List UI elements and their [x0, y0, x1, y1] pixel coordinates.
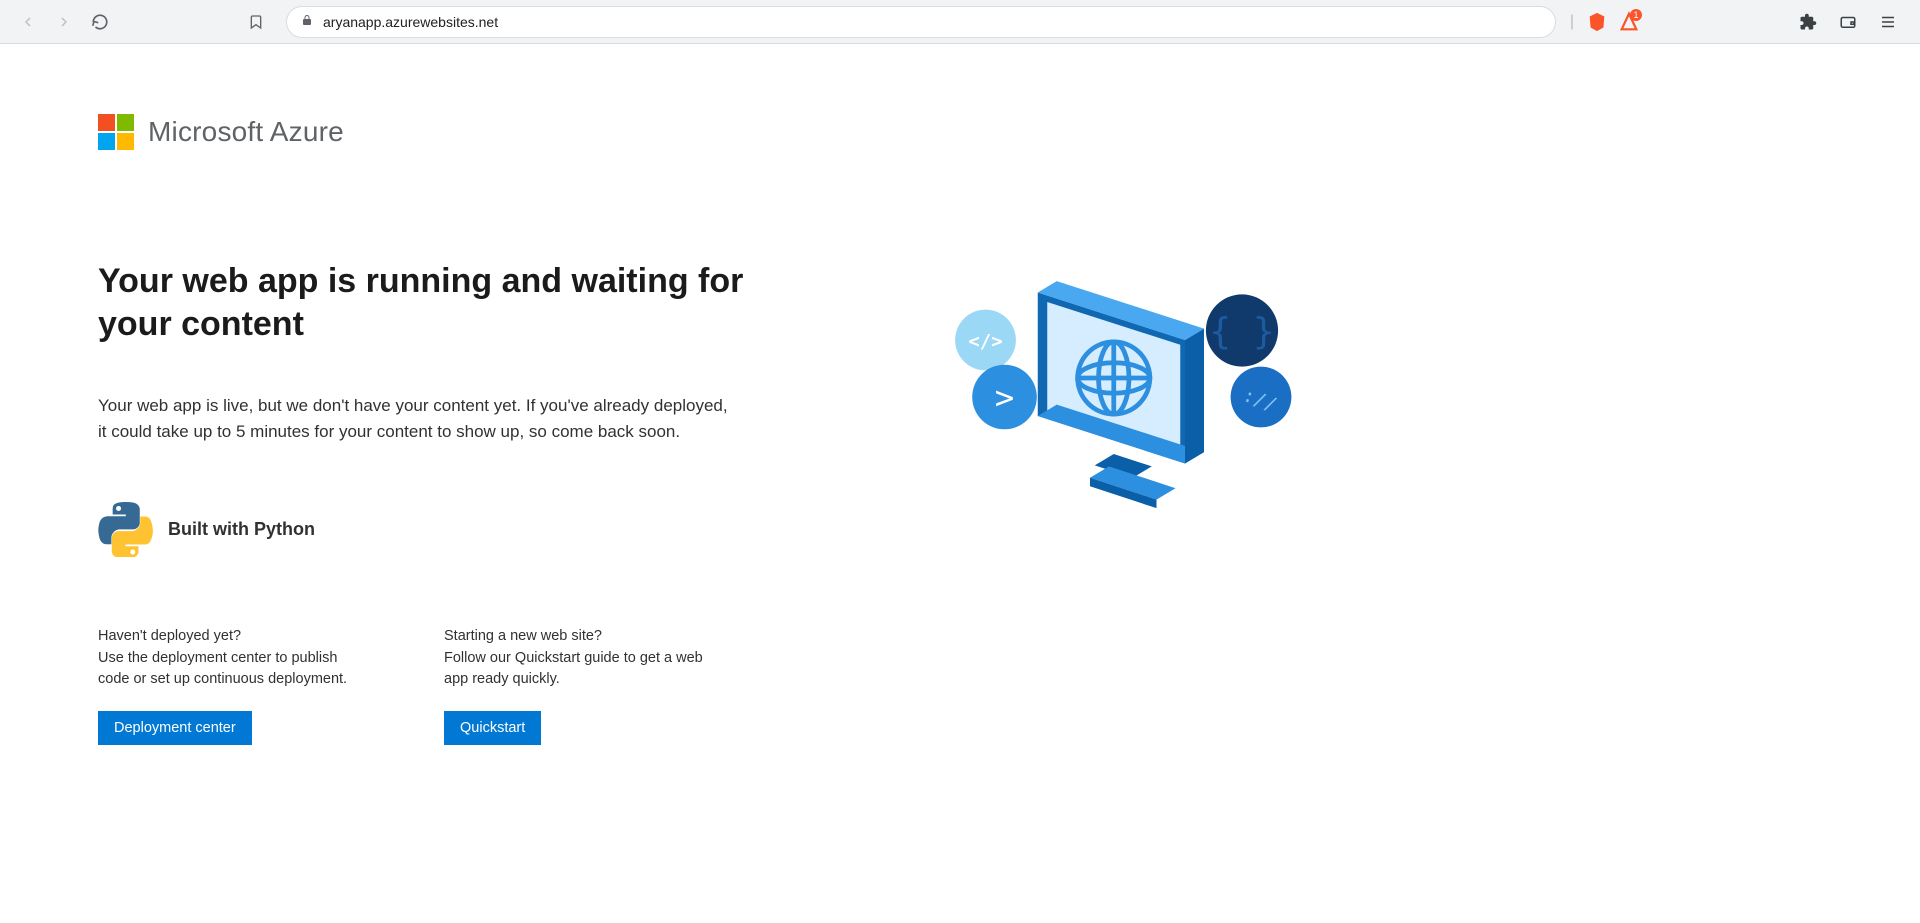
cta-deploy-question: Haven't deployed yet?	[98, 628, 358, 644]
bookmark-button[interactable]	[240, 6, 272, 38]
quickstart-button[interactable]: Quickstart	[444, 711, 541, 745]
brave-shields-icon[interactable]: 1	[1618, 11, 1640, 33]
svg-text:{ }: { }	[1209, 311, 1274, 353]
built-with-label: Built with Python	[168, 519, 315, 540]
built-with-row: Built with Python	[98, 502, 798, 558]
hero-illustration: </> > { } ://	[938, 260, 1318, 535]
page-title: Your web app is running and waiting for …	[98, 260, 798, 345]
page-content: Microsoft Azure Your web app is running …	[0, 44, 1400, 785]
azure-logo: Microsoft Azure	[98, 114, 1302, 150]
address-bar[interactable]: aryanapp.azurewebsites.net	[286, 6, 1556, 38]
url-text: aryanapp.azurewebsites.net	[323, 14, 498, 30]
python-icon	[98, 502, 154, 558]
back-button[interactable]	[12, 6, 44, 38]
svg-text:>: >	[995, 378, 1014, 416]
wallet-button[interactable]	[1834, 8, 1862, 36]
svg-text:</>: </>	[968, 331, 1002, 353]
cta-deploy-text: Use the deployment center to publish cod…	[98, 648, 358, 692]
deployment-center-button[interactable]: Deployment center	[98, 711, 252, 745]
lock-icon	[301, 14, 313, 29]
extensions-button[interactable]	[1794, 8, 1822, 36]
shield-badge: 1	[1630, 9, 1642, 21]
microsoft-logo-icon	[98, 114, 134, 150]
brand-text: Microsoft Azure	[148, 116, 344, 148]
browser-toolbar: aryanapp.azurewebsites.net | 1	[0, 0, 1920, 44]
cta-quickstart: Starting a new web site? Follow our Quic…	[444, 628, 704, 746]
forward-button[interactable]	[48, 6, 80, 38]
cta-deployment: Haven't deployed yet? Use the deployment…	[98, 628, 358, 746]
cta-quickstart-text: Follow our Quickstart guide to get a web…	[444, 648, 704, 692]
reload-button[interactable]	[84, 6, 116, 38]
cta-quickstart-question: Starting a new web site?	[444, 628, 704, 644]
page-description: Your web app is live, but we don't have …	[98, 393, 738, 446]
menu-button[interactable]	[1874, 8, 1902, 36]
brave-rewards-icon[interactable]	[1586, 11, 1608, 33]
